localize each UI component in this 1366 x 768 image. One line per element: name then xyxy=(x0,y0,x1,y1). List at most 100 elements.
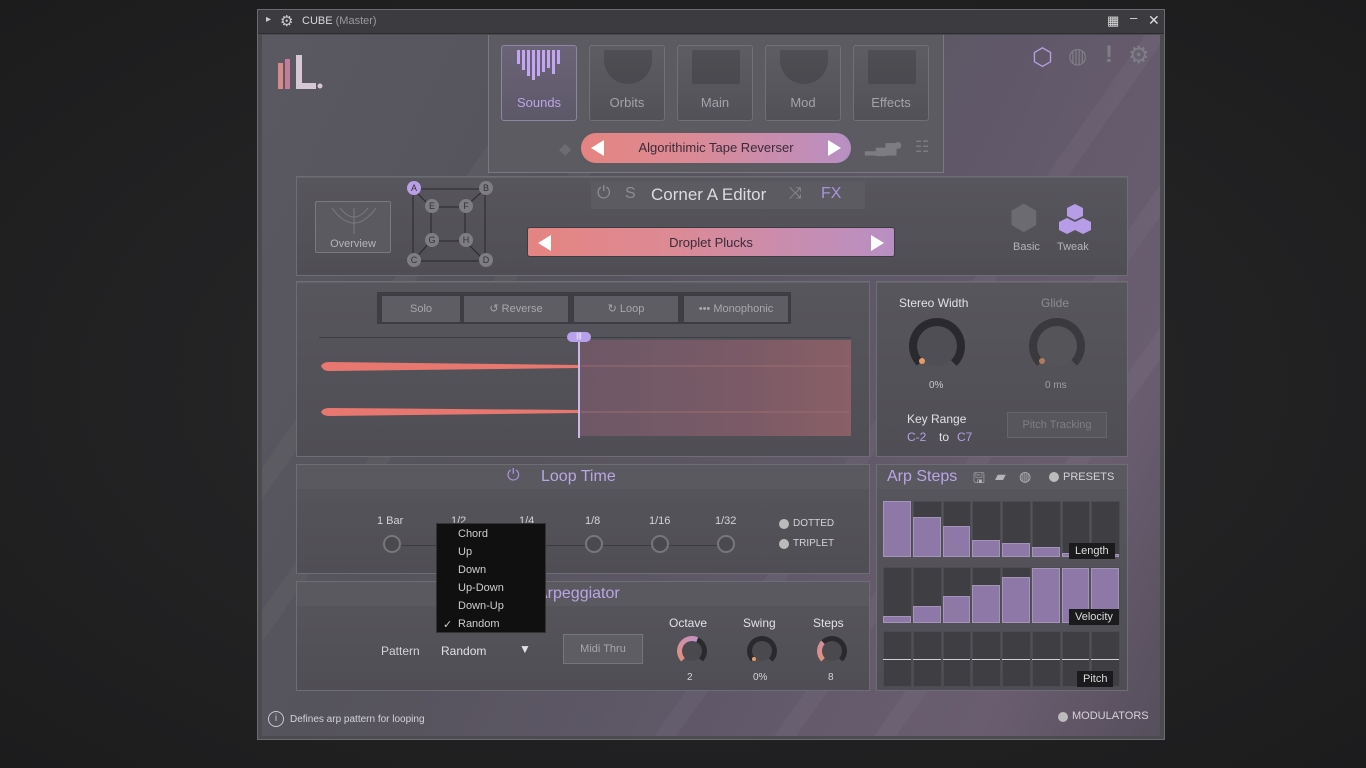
node-c[interactable]: C xyxy=(407,253,421,267)
midi-thru-button[interactable]: Midi Thru xyxy=(563,634,643,664)
corner-preset-next-icon[interactable] xyxy=(871,235,884,251)
velocity-step-bar[interactable] xyxy=(1031,568,1060,623)
triplet-label[interactable]: TRIPLET xyxy=(793,538,834,549)
minimize-icon[interactable]: – xyxy=(1130,10,1137,25)
velocity-step-bar[interactable] xyxy=(1002,577,1030,623)
sound-preset-selector[interactable]: Algorithimic Tape Reverser xyxy=(581,133,851,163)
octave-knob[interactable] xyxy=(677,636,707,666)
length-step-bar[interactable] xyxy=(1002,543,1030,557)
pitch-step-bar[interactable] xyxy=(1061,659,1090,660)
menu-item-chord[interactable]: Chord xyxy=(458,528,488,540)
velocity-step-bar[interactable] xyxy=(942,596,971,623)
sliders-icon[interactable]: ☷ xyxy=(915,137,929,157)
menu-item-down[interactable]: Down xyxy=(458,564,486,576)
node-f[interactable]: F xyxy=(459,199,473,213)
basic-label[interactable]: Basic xyxy=(1013,241,1040,253)
length-step-bar[interactable] xyxy=(883,501,911,557)
pitch-step-bar[interactable] xyxy=(1091,659,1119,660)
node-b[interactable]: B xyxy=(479,181,493,195)
gear-icon[interactable]: ⚙ xyxy=(280,12,293,30)
playhead-handle[interactable]: ||| xyxy=(567,332,591,342)
division-1bar-radio[interactable] xyxy=(383,535,401,553)
pitch-step-bar[interactable] xyxy=(972,659,1000,660)
modulators-label[interactable]: MODULATORS xyxy=(1072,710,1149,722)
collapse-arrow-icon[interactable]: ▸ xyxy=(266,14,271,25)
tab-orbits[interactable]: Orbits xyxy=(589,45,665,121)
power-icon[interactable]: ⏻ xyxy=(597,183,610,203)
pitch-step-bar[interactable] xyxy=(912,659,941,660)
swing-knob[interactable] xyxy=(747,636,777,666)
key-range-to[interactable]: C7 xyxy=(957,430,972,444)
reverse-button[interactable]: ↺ Reverse xyxy=(463,295,569,323)
menu-item-up-down[interactable]: Up-Down xyxy=(458,582,504,594)
node-e[interactable]: E xyxy=(425,199,439,213)
menu-item-down-up[interactable]: Down-Up xyxy=(458,600,504,612)
division-thirtysecond-radio[interactable] xyxy=(717,535,735,553)
folder-icon[interactable]: ▰ xyxy=(995,468,1006,485)
tab-effects[interactable]: Effects xyxy=(853,45,929,121)
length-step-bar[interactable] xyxy=(912,516,941,557)
dotted-label[interactable]: DOTTED xyxy=(793,518,834,529)
division-sixteenth-radio[interactable] xyxy=(651,535,669,553)
shuffle-dice-icon[interactable]: ◆ xyxy=(559,139,571,159)
blob-icon[interactable]: ● xyxy=(893,137,903,155)
info-icon[interactable]: i xyxy=(268,711,284,727)
loop-power-icon[interactable]: ⏻ xyxy=(507,467,520,485)
pitch-step-bar[interactable] xyxy=(883,659,911,660)
length-step-bar[interactable] xyxy=(972,540,1000,557)
tab-mod[interactable]: Mod xyxy=(765,45,841,121)
loop-button[interactable]: ↻ Loop xyxy=(573,295,679,323)
pitch-step-bar[interactable] xyxy=(1002,659,1030,660)
node-g[interactable]: G xyxy=(425,233,439,247)
pitch-tracking-button[interactable]: Pitch Tracking xyxy=(1007,412,1107,438)
monophonic-button[interactable]: ••• Monophonic xyxy=(683,295,789,323)
globe-icon[interactable]: ◍ xyxy=(1068,43,1087,69)
preset-next-icon[interactable] xyxy=(828,140,841,156)
steps-knob[interactable] xyxy=(817,636,847,666)
triplet-radio[interactable] xyxy=(779,539,789,549)
shuffle-icon[interactable]: ⤨ xyxy=(789,185,802,203)
presets-label[interactable]: PRESETS xyxy=(1063,471,1114,483)
velocity-step-bar[interactable] xyxy=(972,584,1000,623)
menu-item-random[interactable]: Random xyxy=(458,618,500,630)
division-eighth-radio[interactable] xyxy=(585,535,603,553)
web-icon[interactable]: ◍ xyxy=(1019,468,1031,485)
grid-icon[interactable]: ▦ xyxy=(1107,13,1119,29)
modulators-indicator[interactable] xyxy=(1058,712,1068,722)
menu-item-up[interactable]: Up xyxy=(458,546,472,558)
pitch-step-bar[interactable] xyxy=(942,659,971,660)
key-range-from[interactable]: C-2 xyxy=(907,430,926,444)
solo-button[interactable]: Solo xyxy=(381,295,461,323)
glide-knob[interactable] xyxy=(1029,318,1085,374)
pattern-dropdown[interactable]: Random ▼ xyxy=(433,638,535,662)
overview-button[interactable]: Overview xyxy=(315,201,391,253)
tab-main[interactable]: Main xyxy=(677,45,753,121)
bars-icon[interactable]: ▂▄▆ xyxy=(865,139,896,156)
settings-icon[interactable]: ⚙ xyxy=(1128,41,1150,70)
cube-icon[interactable]: ⬡ xyxy=(1032,43,1053,72)
alert-icon[interactable]: ! xyxy=(1105,41,1113,69)
tab-sounds[interactable]: Sounds xyxy=(501,45,577,121)
save-icon[interactable]: 🖫 xyxy=(973,468,985,492)
presets-indicator[interactable] xyxy=(1049,472,1059,482)
node-d[interactable]: D xyxy=(479,253,493,267)
tweak-label[interactable]: Tweak xyxy=(1057,241,1089,253)
velocity-step-bar[interactable] xyxy=(912,606,941,623)
node-h[interactable]: H xyxy=(459,233,473,247)
solo-s-toggle[interactable]: S xyxy=(625,185,636,203)
node-a[interactable]: A xyxy=(407,181,421,195)
velocity-step-bar[interactable] xyxy=(883,616,911,623)
playhead-line[interactable] xyxy=(578,340,580,438)
fx-toggle[interactable]: FX xyxy=(821,185,841,203)
close-icon[interactable]: ✕ xyxy=(1148,12,1160,29)
basic-hex-icon[interactable]: ⬢ xyxy=(1009,201,1039,235)
waveform-display[interactable] xyxy=(319,340,851,436)
corner-preset-selector[interactable]: Droplet Plucks xyxy=(527,227,895,257)
stereo-width-knob[interactable] xyxy=(909,318,965,374)
length-step-bar[interactable] xyxy=(1031,546,1060,557)
pitch-step-bar[interactable] xyxy=(1031,659,1060,660)
velocity-step-cell[interactable] xyxy=(883,567,912,623)
length-step-bar[interactable] xyxy=(942,526,971,557)
tweak-hex-icon[interactable] xyxy=(1059,203,1091,237)
dotted-radio[interactable] xyxy=(779,519,789,529)
